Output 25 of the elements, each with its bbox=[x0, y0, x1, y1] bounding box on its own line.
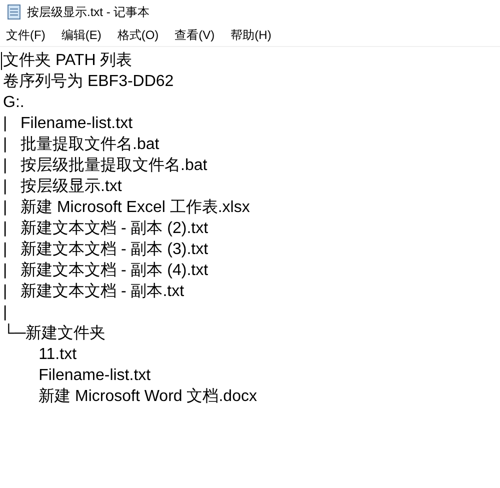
menu-item[interactable]: 编辑(E) bbox=[61, 26, 102, 44]
text-line: | bbox=[3, 303, 8, 323]
text-line: | Filename-list.txt bbox=[3, 114, 133, 134]
text-line: | 新建文本文档 - 副本 (4).txt bbox=[3, 260, 208, 281]
menu-item[interactable]: 格式(O) bbox=[117, 26, 159, 44]
window-title: 按层级显示.txt - 记事本 bbox=[27, 4, 150, 20]
text-line: | 批量提取文件名.bat bbox=[3, 134, 160, 155]
text-line: 新建 Microsoft Word 文档.docx bbox=[38, 386, 257, 407]
text-line: └─新建文件夹 bbox=[3, 323, 106, 344]
text-line: Filename-list.txt bbox=[38, 366, 151, 386]
text-line: | 按层级批量提取文件名.bat bbox=[3, 156, 208, 176]
text-line: 卷序列号为 EBF3-DD62 bbox=[3, 72, 174, 92]
text-line: | 新建文本文档 - 副本.txt bbox=[3, 282, 184, 302]
text-line: | 新建文本文档 - 副本 (2).txt bbox=[3, 218, 208, 239]
text-line: G:. bbox=[3, 93, 24, 113]
text-line: | 新建 Microsoft Excel 工作表.xlsx bbox=[3, 198, 250, 218]
notepad-icon bbox=[7, 4, 21, 20]
menu-item[interactable]: 帮助(H) bbox=[230, 26, 272, 44]
menu-item[interactable]: 查看(V) bbox=[174, 26, 215, 44]
text-line: | 按层级显示.txt bbox=[3, 177, 122, 197]
text-cursor bbox=[1, 52, 2, 70]
text-line: | 新建文本文档 - 副本 (3).txt bbox=[3, 240, 208, 260]
text-line: 11.txt bbox=[38, 345, 77, 365]
menu-item[interactable]: 文件(F) bbox=[6, 26, 46, 44]
text-line: 文件夹 PATH 列表 bbox=[3, 50, 132, 71]
